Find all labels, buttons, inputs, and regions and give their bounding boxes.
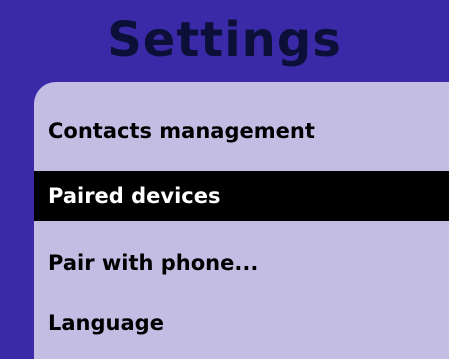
settings-menu: Contacts management Paired devices Pair … — [34, 82, 449, 359]
settings-screen: Settings Contacts management Paired devi… — [0, 0, 449, 359]
menu-item-paired-devices[interactable]: Paired devices — [34, 171, 449, 221]
page-title: Settings — [107, 12, 342, 68]
menu-item-contacts-management[interactable]: Contacts management — [34, 106, 449, 156]
menu-item-pair-with-phone[interactable]: Pair with phone... — [34, 238, 449, 288]
menu-item-language[interactable]: Language — [34, 298, 449, 348]
